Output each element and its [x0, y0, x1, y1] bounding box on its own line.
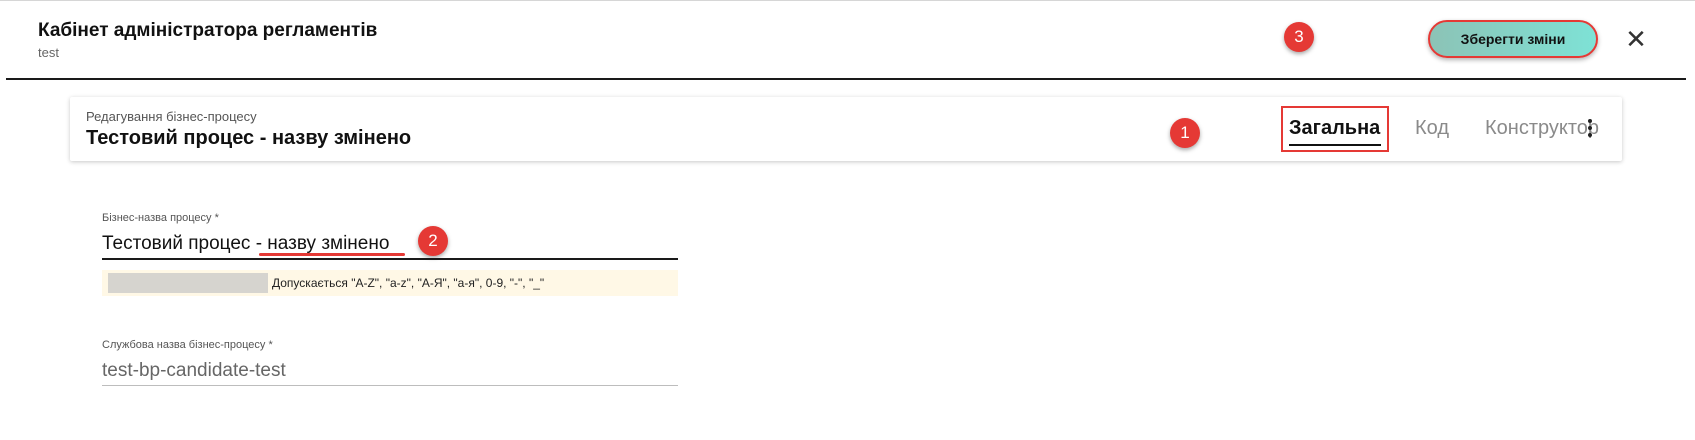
active-tab-underline: [1289, 144, 1381, 146]
more-vertical-icon[interactable]: [1586, 119, 1594, 139]
service-name-input[interactable]: test-bp-candidate-test: [102, 360, 678, 382]
annotation-badge-2: 2: [418, 226, 448, 256]
redacted-area: [108, 273, 268, 293]
process-title: Тестовий процес - назву змінено: [86, 127, 412, 149]
close-icon[interactable]: ✕: [1623, 26, 1649, 52]
service-name-label: Службова назва бізнес-процесу *: [102, 339, 273, 351]
card-label: Редагування бізнес-процесу: [86, 109, 257, 124]
business-name-label: Бізнес-назва процесу *: [102, 212, 219, 224]
app-subtitle: test: [38, 45, 59, 60]
business-name-underline: [102, 258, 678, 260]
header-divider: [6, 78, 1686, 80]
app-title: Кабінет адміністратора регламентів: [38, 20, 378, 41]
validation-hint-text: Допускається "A-Z", "a-z", "А-Я", "а-я",…: [272, 276, 545, 290]
annotation-badge-3: 3: [1284, 22, 1314, 52]
annotation-badge-1: 1: [1170, 118, 1200, 148]
business-name-input[interactable]: Тестовий процес - назву змінено: [102, 233, 678, 255]
service-name-underline: [102, 385, 678, 386]
tab-general[interactable]: Загальна: [1289, 117, 1380, 140]
changed-text-marker: [259, 253, 405, 256]
top-border: [0, 0, 1695, 1]
tab-constructor[interactable]: Конструктор: [1485, 117, 1599, 140]
process-header-card: Редагування бізнес-процесу Тестовий проц…: [70, 97, 1622, 161]
validation-hint: Допускається "A-Z", "a-z", "А-Я", "а-я",…: [102, 270, 678, 296]
save-changes-button[interactable]: Зберегти зміни: [1428, 20, 1598, 58]
tab-code[interactable]: Код: [1415, 117, 1449, 140]
